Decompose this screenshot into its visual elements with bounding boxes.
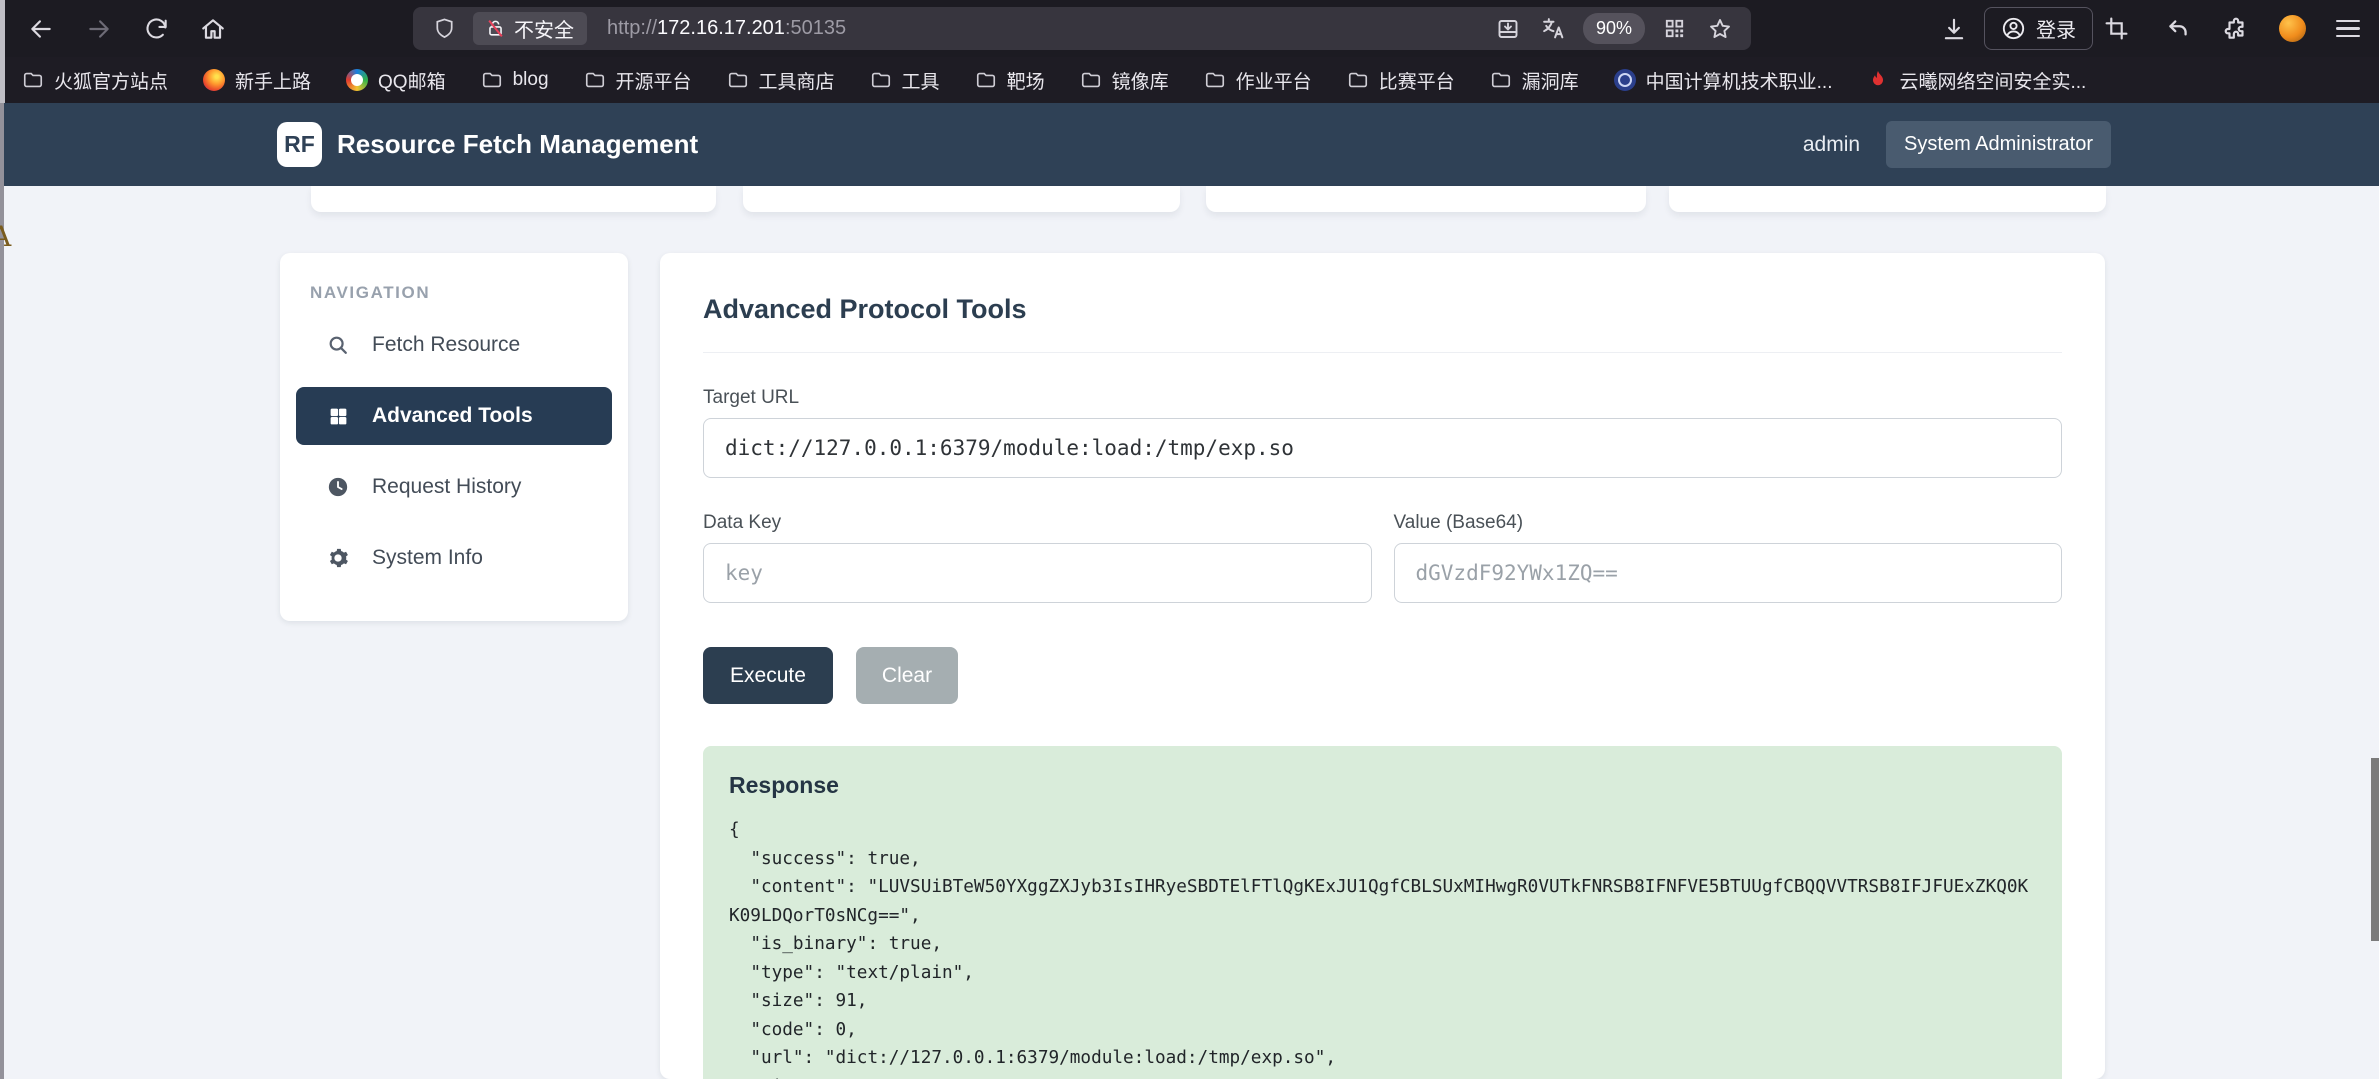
url-scheme: http:// <box>607 17 657 39</box>
app-logo: RF <box>277 122 322 167</box>
bookmark-item[interactable]: 漏洞库 <box>1490 67 1579 94</box>
folder-icon <box>1204 69 1226 91</box>
card-stub <box>1206 186 1646 212</box>
bookmarks-bar: 火狐官方站点 新手上路 QQ邮箱 blog 开源平台 工具商店 工具 靶场 镜像… <box>0 57 2379 103</box>
extensions-puzzle-icon[interactable] <box>2216 9 2256 49</box>
bookmark-item[interactable]: 镜像库 <box>1080 67 1169 94</box>
folder-icon <box>1080 69 1102 91</box>
username-label: admin <box>1803 133 1860 157</box>
bookmark-item[interactable]: 云曦网络空间安全实... <box>1867 67 2086 94</box>
divider <box>703 352 2062 353</box>
account-login-button[interactable]: 登录 <box>1984 7 2093 50</box>
downloads-icon[interactable] <box>1934 9 1974 49</box>
clock-icon <box>326 475 350 499</box>
target-url-input[interactable] <box>703 418 2062 478</box>
folder-icon <box>975 69 997 91</box>
sidebar-item-advanced-tools[interactable]: Advanced Tools <box>296 387 612 445</box>
qr-code-icon[interactable] <box>1657 12 1691 46</box>
bookmark-item[interactable]: blog <box>481 69 549 91</box>
card-stub <box>1669 186 2106 212</box>
role-badge[interactable]: System Administrator <box>1886 121 2111 168</box>
insecure-connection-chip[interactable]: 不安全 <box>473 12 587 45</box>
clear-button[interactable]: Clear <box>856 647 958 704</box>
browser-toolbar: 不安全 http://172.16.17.201:50135 90% 登录 <box>0 0 2379 57</box>
url-host: 172.16.17.201 <box>657 17 785 39</box>
qq-icon <box>346 69 368 91</box>
bookmark-item[interactable]: 比赛平台 <box>1347 67 1455 94</box>
panel-title: Advanced Protocol Tools <box>703 294 2062 325</box>
shield-icon[interactable] <box>427 12 461 46</box>
advanced-tools-panel: Advanced Protocol Tools Target URL Data … <box>660 253 2105 1079</box>
sidebar-item-label: Fetch Resource <box>372 333 520 357</box>
forward-button[interactable] <box>80 10 118 48</box>
flame-icon <box>1867 69 1889 91</box>
sidebar: NAVIGATION Fetch Resource Advanced Tools… <box>280 253 628 621</box>
zoom-level-indicator[interactable]: 90% <box>1583 13 1645 44</box>
value-base64-label: Value (Base64) <box>1394 512 2063 534</box>
app-title: Resource Fetch Management <box>337 103 698 186</box>
folder-icon <box>1347 69 1369 91</box>
translate-icon[interactable] <box>1537 12 1571 46</box>
bookmark-item[interactable]: 工具商店 <box>727 67 835 94</box>
bookmark-item[interactable]: 火狐官方站点 <box>22 67 168 94</box>
sidebar-item-label: Request History <box>372 475 521 499</box>
response-json: { "success": true, "content": "LUVSUiBTe… <box>729 816 2036 1079</box>
desktop-artifact-letter: A <box>0 220 11 253</box>
bookmark-item[interactable]: 新手上路 <box>203 67 311 94</box>
url-port: :50135 <box>785 17 846 39</box>
folder-icon <box>870 69 892 91</box>
target-url-label: Target URL <box>703 387 2062 409</box>
firefox-icon <box>203 69 225 91</box>
execute-button[interactable]: Execute <box>703 647 833 704</box>
search-icon <box>326 333 350 357</box>
folder-icon <box>481 69 503 91</box>
folder-icon <box>584 69 606 91</box>
card-stub <box>743 186 1180 212</box>
sidebar-item-system-info[interactable]: System Info <box>296 529 612 587</box>
value-base64-input[interactable] <box>1394 543 2063 603</box>
folder-icon <box>727 69 749 91</box>
account-icon <box>2001 16 2026 41</box>
bookmark-item[interactable]: 靶场 <box>975 67 1045 94</box>
login-label: 登录 <box>2036 14 2076 43</box>
sidebar-heading: NAVIGATION <box>296 283 612 303</box>
home-button[interactable] <box>194 10 232 48</box>
address-bar[interactable]: 不安全 http://172.16.17.201:50135 90% <box>413 7 1751 50</box>
bookmark-item[interactable]: 作业平台 <box>1204 67 1312 94</box>
url-text[interactable]: http://172.16.17.201:50135 <box>607 17 846 40</box>
menu-hamburger-icon[interactable] <box>2328 9 2368 49</box>
response-panel: Response { "success": true, "content": "… <box>703 746 2062 1079</box>
sidebar-item-request-history[interactable]: Request History <box>296 458 612 516</box>
sidebar-item-label: System Info <box>372 546 483 570</box>
screen-edge-artifact <box>0 0 5 103</box>
back-button[interactable] <box>22 10 60 48</box>
folder-icon <box>22 69 44 91</box>
app-header: RF Resource Fetch Management admin Syste… <box>0 103 2379 186</box>
reload-button[interactable] <box>137 10 175 48</box>
sidebar-item-label: Advanced Tools <box>372 404 533 428</box>
save-to-pocket-icon[interactable] <box>1491 12 1525 46</box>
grid-icon <box>326 404 350 428</box>
sidebar-item-fetch-resource[interactable]: Fetch Resource <box>296 316 612 374</box>
data-key-label: Data Key <box>703 512 1372 534</box>
extension-addon-icon[interactable] <box>2272 9 2312 49</box>
bookmark-item[interactable]: 开源平台 <box>584 67 692 94</box>
screenshot-crop-icon[interactable] <box>2096 9 2136 49</box>
lock-slash-icon <box>486 19 505 38</box>
bookmark-item[interactable]: QQ邮箱 <box>346 67 446 94</box>
page-scrollbar-thumb[interactable] <box>2371 758 2379 941</box>
response-heading: Response <box>729 772 2036 799</box>
folder-icon <box>1490 69 1512 91</box>
card-stub <box>311 186 716 212</box>
page-content: RF Resource Fetch Management admin Syste… <box>0 103 2379 1079</box>
bookmark-item[interactable]: 中国计算机技术职业... <box>1614 67 1833 94</box>
cn-badge-icon <box>1614 69 1636 91</box>
bookmark-star-icon[interactable] <box>1703 12 1737 46</box>
undo-arrow-icon[interactable] <box>2158 9 2198 49</box>
bookmark-item[interactable]: 工具 <box>870 67 940 94</box>
data-key-input[interactable] <box>703 543 1372 603</box>
gear-icon <box>326 546 350 570</box>
insecure-label: 不安全 <box>514 14 574 43</box>
